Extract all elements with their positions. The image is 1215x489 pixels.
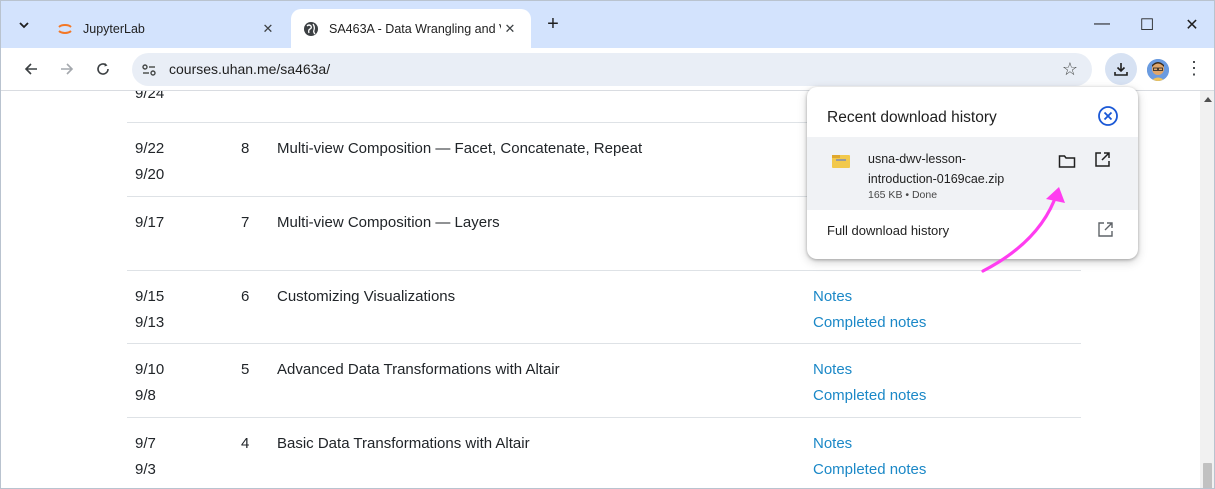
- jupyter-icon: [58, 23, 72, 34]
- row-dates: 9/15 9/13: [135, 284, 164, 336]
- table-row: 9/15 9/13 6 Customizing Visualizations N…: [127, 270, 1081, 343]
- url-text[interactable]: courses.uhan.me/sa463a/: [169, 61, 330, 77]
- completed-notes-link[interactable]: Completed notes: [813, 383, 926, 409]
- downloads-button[interactable]: [1105, 53, 1137, 85]
- notes-link[interactable]: Notes: [813, 431, 926, 457]
- date-text: 9/17: [135, 214, 165, 231]
- lesson-number: 8: [241, 140, 250, 157]
- row-dates: 9/22 9/20: [135, 136, 164, 188]
- zip-folder-icon: [832, 155, 850, 168]
- browser-window: JupyterLab ✕ SA463A - Data Wrangling and…: [0, 0, 1215, 489]
- address-bar[interactable]: courses.uhan.me/sa463a/ ☆: [132, 53, 1092, 86]
- tab-title: JupyterLab: [83, 21, 145, 36]
- browser-toolbar: courses.uhan.me/sa463a/ ☆ ⋮: [1, 48, 1214, 91]
- open-external-icon[interactable]: [1094, 151, 1111, 168]
- lesson-number: 5: [241, 361, 250, 378]
- date-text: 9/15: [135, 288, 165, 305]
- scroll-thumb[interactable]: [1203, 463, 1212, 488]
- tab-title: SA463A - Data Wrangling and V: [329, 21, 501, 36]
- tab-close-icon[interactable]: ✕: [259, 21, 277, 37]
- tab-strip: JupyterLab ✕ SA463A - Data Wrangling and…: [1, 1, 1214, 48]
- forward-button[interactable]: [56, 58, 78, 80]
- reload-icon: [97, 63, 109, 75]
- date-text: 9/22: [135, 140, 165, 157]
- notes-link[interactable]: Notes: [813, 284, 926, 310]
- completed-notes-link[interactable]: Completed notes: [813, 457, 926, 483]
- table-row: 9/10 9/8 5 Advanced Data Transformations…: [127, 343, 1081, 417]
- lesson-number: 4: [241, 435, 250, 452]
- row-dates: 9/10 9/8: [135, 357, 164, 409]
- chevron-down-icon: [19, 21, 29, 28]
- tab-sa463a[interactable]: SA463A - Data Wrangling and V ✕: [291, 9, 531, 48]
- profile-avatar[interactable]: [1147, 59, 1169, 81]
- download-status: 165 KB • Done: [868, 189, 938, 201]
- download-panel-title: Recent download history: [827, 109, 997, 126]
- date-text: 9/13: [135, 314, 165, 331]
- forward-arrow-icon: [61, 63, 74, 75]
- maximize-button[interactable]: ☐: [1137, 15, 1157, 35]
- scroll-up-arrow-icon[interactable]: [1204, 97, 1212, 102]
- page-scrollbar[interactable]: [1200, 91, 1214, 488]
- date-text: 9/3: [135, 461, 156, 478]
- table-row: 9/7 9/3 4 Basic Data Transformations wit…: [127, 417, 1081, 488]
- more-menu-icon[interactable]: ⋮: [1185, 58, 1203, 79]
- show-in-folder-icon[interactable]: [1058, 153, 1076, 169]
- avatar-image: [1147, 59, 1169, 81]
- globe-icon: [304, 21, 318, 36]
- date-text: 9/7: [135, 435, 156, 452]
- annotation-arrow: [981, 187, 1065, 273]
- lesson-topic: Customizing Visualizations: [277, 288, 456, 305]
- lesson-topic: Multi-view Composition — Layers: [277, 214, 500, 231]
- row-links: Notes Completed notes: [813, 284, 926, 336]
- tab-close-icon[interactable]: ✕: [501, 21, 519, 37]
- bookmark-star-icon[interactable]: ☆: [1062, 59, 1078, 80]
- notes-link[interactable]: Notes: [813, 357, 926, 383]
- row-dates: 9/7 9/3: [135, 431, 156, 483]
- row-links: Notes Completed notes: [813, 431, 926, 483]
- minimize-button[interactable]: —: [1092, 15, 1112, 35]
- lesson-topic: Advanced Data Transformations with Altai…: [277, 361, 560, 378]
- lesson-topic: Basic Data Transformations with Altair: [277, 435, 530, 452]
- date-text: 9/8: [135, 387, 156, 404]
- date-text: 9/24: [135, 91, 165, 102]
- lesson-number: 6: [241, 288, 250, 305]
- date-text: 9/20: [135, 166, 165, 183]
- completed-notes-link[interactable]: Completed notes: [813, 310, 926, 336]
- new-tab-button[interactable]: +: [541, 13, 565, 37]
- lesson-topic: Multi-view Composition — Facet, Concaten…: [277, 140, 643, 157]
- download-icon: [1114, 63, 1128, 76]
- tab-search-button[interactable]: [11, 12, 37, 38]
- row-links: Notes Completed notes: [813, 357, 926, 409]
- tab-jupyterlab[interactable]: JupyterLab ✕: [45, 9, 289, 48]
- row-dates: 9/24: [135, 91, 164, 107]
- back-button[interactable]: [20, 58, 42, 80]
- site-info-icon[interactable]: [140, 61, 158, 79]
- full-download-history-link[interactable]: Full download history: [827, 223, 949, 238]
- reload-button[interactable]: [92, 58, 114, 80]
- file-name-line: usna-dwv-lesson-: [868, 152, 966, 166]
- close-icon[interactable]: [1097, 105, 1119, 127]
- open-external-icon[interactable]: [1097, 221, 1114, 238]
- row-dates: 9/17: [135, 210, 164, 236]
- date-text: 9/10: [135, 361, 165, 378]
- lesson-number: 7: [241, 214, 250, 231]
- back-arrow-icon: [24, 63, 37, 75]
- close-window-button[interactable]: ✕: [1182, 15, 1202, 35]
